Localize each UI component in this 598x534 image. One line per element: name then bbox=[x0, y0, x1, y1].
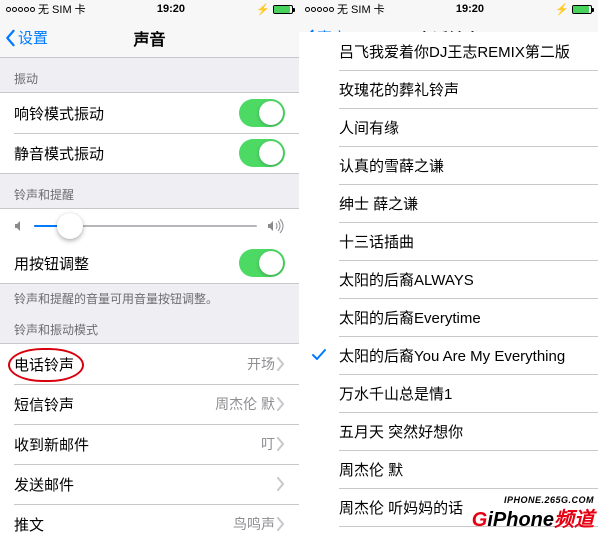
texttone-row[interactable]: 短信铃声 周杰伦 默 bbox=[0, 384, 299, 424]
cell-detail: 周杰伦 默 bbox=[215, 394, 275, 414]
volume-slider[interactable] bbox=[34, 225, 257, 227]
ringtone-label: 太阳的后裔Everytime bbox=[339, 307, 584, 328]
cell-detail: 开场 bbox=[247, 354, 275, 374]
ringtone-item[interactable]: 太阳的后裔ALWAYS bbox=[299, 260, 598, 298]
watermark-g: G bbox=[472, 509, 488, 531]
watermark-channel: 频道 bbox=[554, 509, 594, 531]
ringtone-label: 绅士 薛之谦 bbox=[339, 193, 584, 214]
ringtone-item[interactable]: 周杰伦 默 bbox=[299, 450, 598, 488]
ring-vibrate-row[interactable]: 响铃模式振动 bbox=[0, 93, 299, 133]
status-bar: 无 SIM 卡 19:20 ⚡ bbox=[299, 0, 598, 18]
battery-icon bbox=[572, 5, 592, 14]
ringtone-item[interactable]: 吕飞我爱着你DJ王志REMIX第二版 bbox=[299, 32, 598, 70]
clock-label: 19:20 bbox=[456, 3, 484, 15]
nav-bar: 设置 声音 bbox=[0, 18, 299, 58]
ringtone-label: 万水千山总是情1 bbox=[339, 383, 584, 404]
change-with-buttons-row[interactable]: 用按钮调整 bbox=[0, 243, 299, 283]
cell-label: 短信铃声 bbox=[14, 394, 215, 415]
ringtone-picker-screen: 无 SIM 卡 19:20 ⚡ 声音 电话铃声 吕飞我爱着你DJ王志REMIX第… bbox=[299, 0, 598, 534]
ringtone-label: 太阳的后裔You Are My Everything bbox=[339, 345, 584, 366]
sentmail-row[interactable]: 发送邮件 bbox=[0, 464, 299, 504]
back-button[interactable]: 设置 bbox=[4, 27, 48, 48]
ringtone-item[interactable]: 十三话插曲 bbox=[299, 222, 598, 260]
watermark-url: IPHONE.265G.COM bbox=[472, 495, 594, 505]
ringtone-item[interactable]: 万水千山总是情1 bbox=[299, 374, 598, 412]
section-header-ringer: 铃声和提醒 bbox=[0, 174, 299, 208]
battery-icon bbox=[273, 5, 293, 14]
tweet-row[interactable]: 推文 鸟鸣声 bbox=[0, 504, 299, 534]
section-header-patterns: 铃声和振动模式 bbox=[0, 309, 299, 343]
carrier-label: 无 SIM 卡 bbox=[337, 1, 385, 17]
page-title: 声音 bbox=[133, 26, 165, 50]
cell-label: 用按钮调整 bbox=[14, 253, 239, 274]
content-scroll[interactable]: 振动 响铃模式振动 静音模式振动 铃声和提醒 用按钮调整 bbox=[0, 58, 299, 534]
status-bar: 无 SIM 卡 19:20 ⚡ bbox=[0, 0, 299, 18]
ringtone-item[interactable]: 认真的雪薛之谦 bbox=[299, 146, 598, 184]
silent-vibrate-toggle[interactable] bbox=[239, 139, 285, 167]
cell-label: 响铃模式振动 bbox=[14, 103, 239, 124]
change-with-buttons-toggle[interactable] bbox=[239, 249, 285, 277]
ringtone-list[interactable]: 吕飞我爱着你DJ王志REMIX第二版玫瑰花的葬礼铃声人间有缘认真的雪薛之谦绅士 … bbox=[299, 32, 598, 534]
battery-charging-icon: ⚡ bbox=[256, 3, 270, 16]
back-label: 设置 bbox=[18, 27, 48, 48]
ringtone-label: 周杰伦 默 bbox=[339, 459, 584, 480]
ringtone-item[interactable]: 人间有缘 bbox=[299, 108, 598, 146]
section-header-vibrate: 振动 bbox=[0, 58, 299, 92]
chevron-right-icon bbox=[277, 437, 285, 451]
chevron-right-icon bbox=[277, 397, 285, 411]
carrier-label: 无 SIM 卡 bbox=[38, 1, 86, 17]
ringtone-label: 吕飞我爱着你DJ王志REMIX第二版 bbox=[339, 41, 584, 62]
ringtone-label: 人间有缘 bbox=[339, 117, 584, 138]
clock-label: 19:20 bbox=[157, 3, 185, 15]
ringtone-item[interactable]: 绅士 薛之谦 bbox=[299, 184, 598, 222]
ringtone-item[interactable]: 五月天 突然好想你 bbox=[299, 412, 598, 450]
cell-label: 推文 bbox=[14, 514, 233, 534]
cell-detail: 鸟鸣声 bbox=[233, 514, 275, 534]
chevron-right-icon bbox=[277, 357, 285, 371]
ringtone-label: 五月天 突然好想你 bbox=[339, 421, 584, 442]
ringtone-label: 认真的雪薛之谦 bbox=[339, 155, 584, 176]
ringtone-label: 十三话插曲 bbox=[339, 231, 584, 252]
signal-dots-icon bbox=[6, 7, 35, 12]
ringtone-label: 太阳的后裔ALWAYS bbox=[339, 269, 584, 290]
cell-label: 电话铃声 bbox=[14, 354, 247, 375]
ringtone-item[interactable]: 太阳的后裔Everytime bbox=[299, 298, 598, 336]
cell-label: 发送邮件 bbox=[14, 474, 275, 495]
watermark-iphone: iPhone bbox=[487, 509, 554, 531]
battery-charging-icon: ⚡ bbox=[555, 3, 569, 16]
cell-detail: 叮 bbox=[261, 434, 275, 454]
volume-low-icon bbox=[14, 220, 24, 232]
chevron-right-icon bbox=[277, 477, 285, 491]
ringtone-row[interactable]: 电话铃声 开场 bbox=[0, 344, 299, 384]
volume-slider-row bbox=[0, 209, 299, 243]
newmail-row[interactable]: 收到新邮件 叮 bbox=[0, 424, 299, 464]
ringtone-label: 玫瑰花的葬礼铃声 bbox=[339, 79, 584, 100]
silent-vibrate-row[interactable]: 静音模式振动 bbox=[0, 133, 299, 173]
cell-label: 收到新邮件 bbox=[14, 434, 261, 455]
checkmark-icon bbox=[311, 347, 327, 363]
ring-vibrate-toggle[interactable] bbox=[239, 99, 285, 127]
ringtone-item[interactable]: 玫瑰花的葬礼铃声 bbox=[299, 70, 598, 108]
chevron-right-icon bbox=[277, 517, 285, 531]
signal-dots-icon bbox=[305, 7, 334, 12]
ringer-footer: 铃声和提醒的音量可用音量按钮调整。 bbox=[0, 284, 299, 309]
sounds-settings-screen: 无 SIM 卡 19:20 ⚡ 设置 声音 振动 响铃模式振动 静音模式振动 铃… bbox=[0, 0, 299, 534]
chevron-left-icon bbox=[4, 29, 16, 47]
volume-high-icon bbox=[267, 219, 285, 233]
ringtone-item[interactable]: 太阳的后裔You Are My Everything bbox=[299, 336, 598, 374]
watermark: IPHONE.265G.COM GiPhone频道 bbox=[472, 495, 594, 532]
cell-label: 静音模式振动 bbox=[14, 143, 239, 164]
